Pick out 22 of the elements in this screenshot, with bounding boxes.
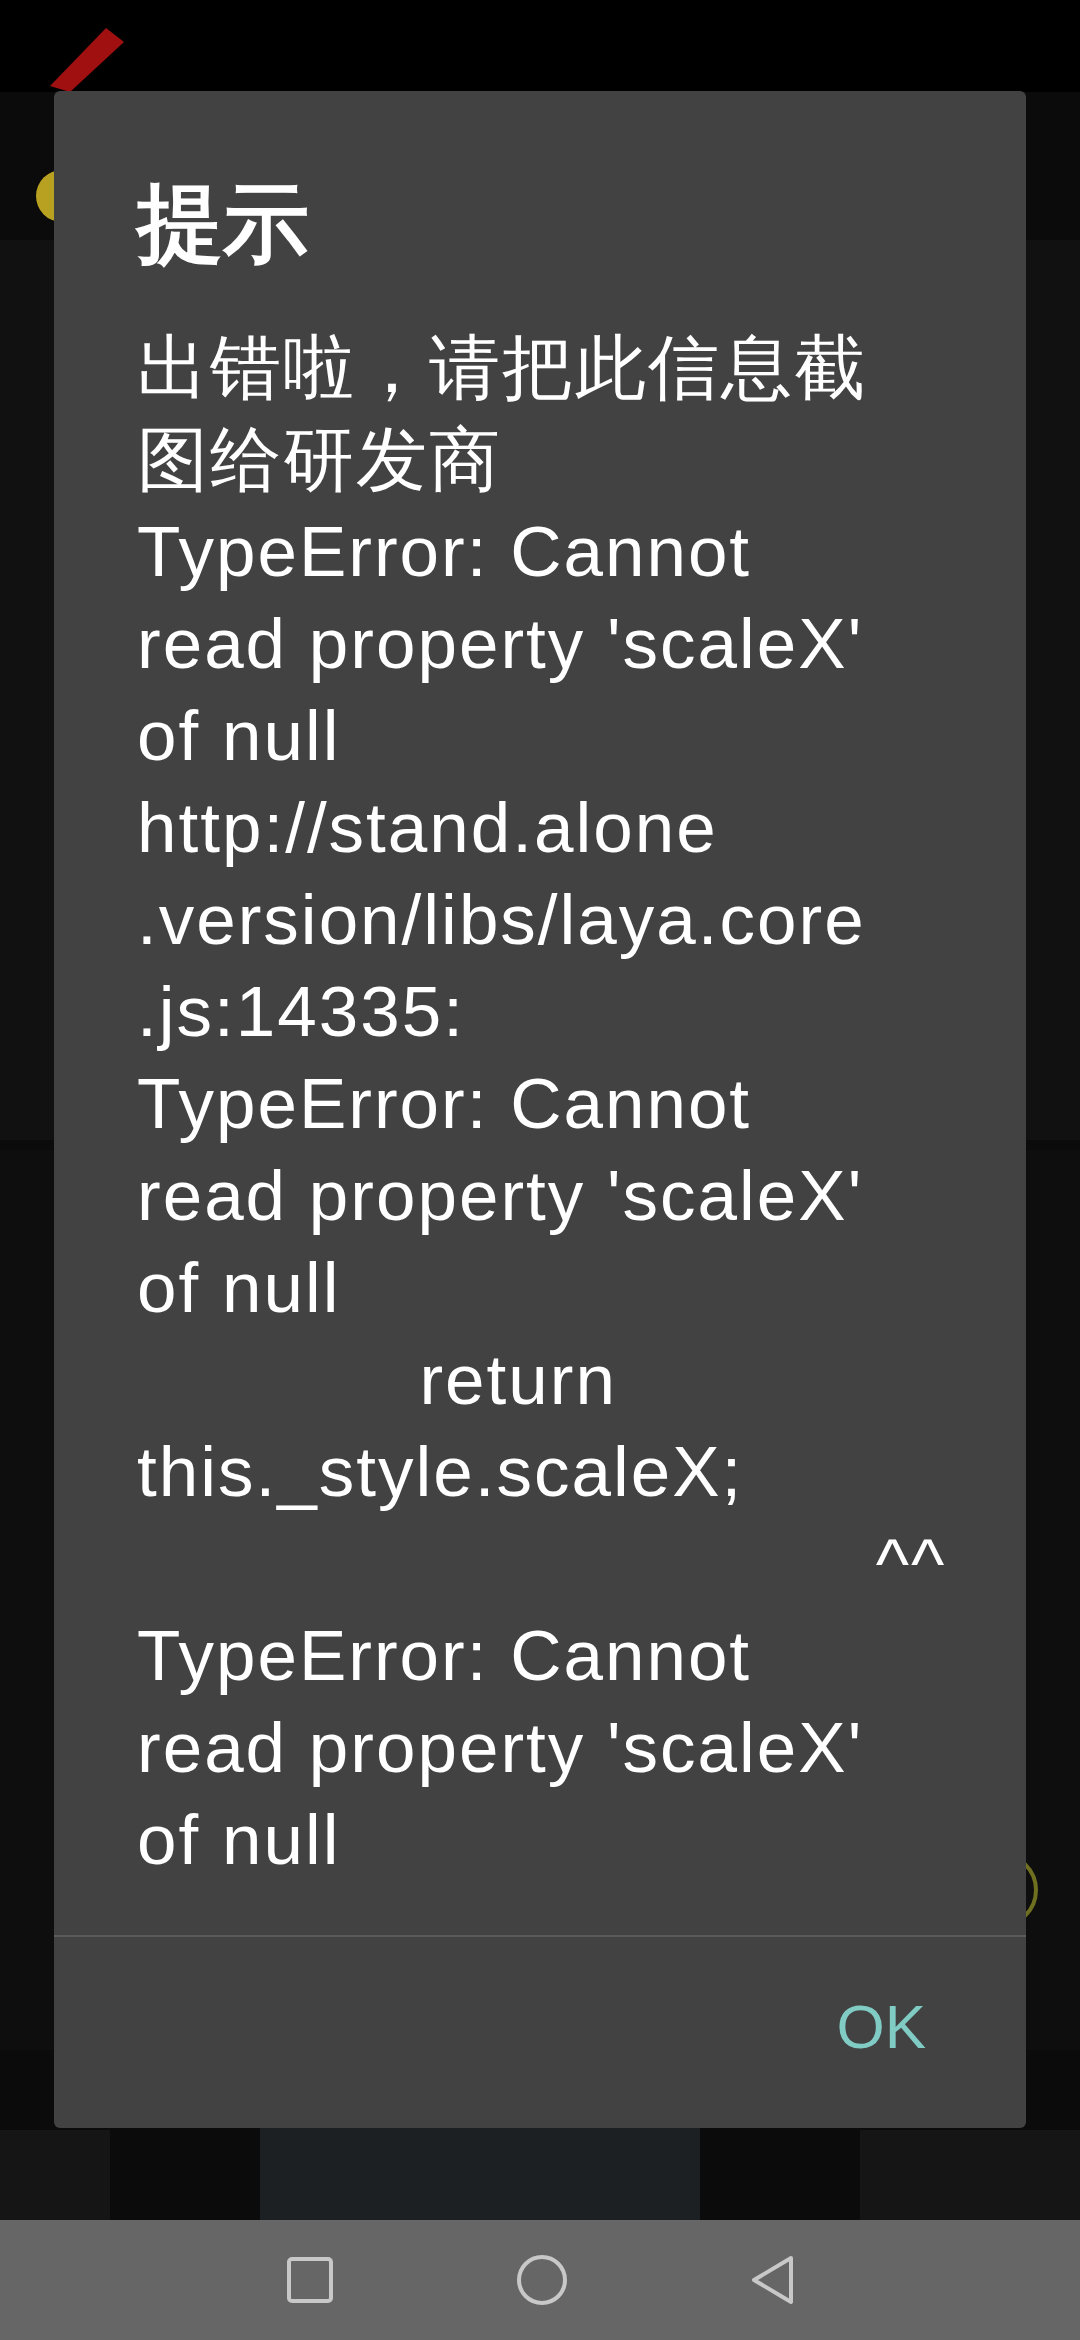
recents-icon[interactable] — [285, 2255, 335, 2305]
message-line: return — [418, 1339, 617, 1421]
home-icon[interactable] — [515, 2253, 569, 2307]
message-line: .js:14335: — [137, 971, 465, 1053]
back-icon[interactable] — [749, 2254, 795, 2306]
message-line: read property 'scaleX' — [137, 603, 864, 685]
ok-button[interactable]: OK — [812, 1979, 950, 2074]
message-line: of null — [137, 1247, 341, 1329]
message-line: 图给研发商 — [137, 419, 502, 501]
message-line: .version/libs/laya.core — [137, 879, 866, 961]
message-line: 出错啦，请把此信息截 — [137, 327, 867, 409]
message-line: TypeError: Cannot — [137, 511, 752, 593]
message-line: of null — [137, 695, 341, 777]
message-line: read property 'scaleX' — [137, 1155, 864, 1237]
message-line: read property 'scaleX' — [137, 1707, 864, 1789]
message-line: ^^ — [874, 1523, 947, 1605]
message-line: http://stand.alone — [137, 787, 718, 869]
dialog-title: 提示 — [137, 174, 309, 273]
message-line: this._style.scaleX; — [137, 1431, 744, 1513]
message-line: TypeError: Cannot — [137, 1615, 752, 1697]
message-line: of null — [137, 1799, 341, 1881]
message-line: TypeError: Cannot — [137, 1063, 752, 1145]
